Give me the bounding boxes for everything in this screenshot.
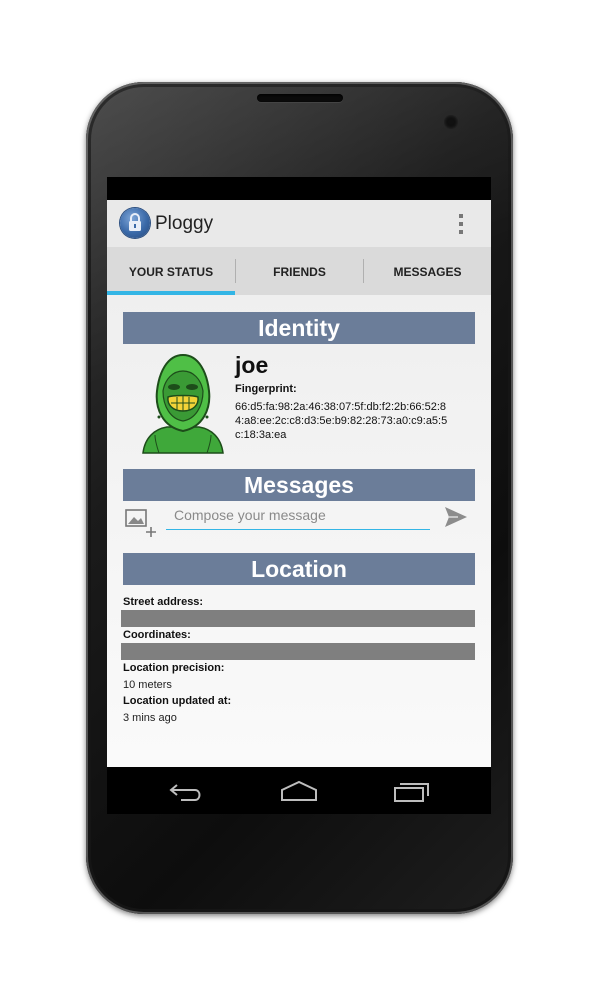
location-updated-value: 3 mins ago (123, 712, 177, 724)
fingerprint-value: 66:d5:fa:98:2a:46:38:07:5f:db:f2:2b:66:5… (235, 401, 448, 441)
messages-header: Messages (123, 469, 475, 501)
identity-header: Identity (123, 312, 475, 344)
coordinates-label: Coordinates: (123, 629, 191, 641)
add-image-icon[interactable] (125, 508, 157, 543)
identity-name: joe (235, 352, 269, 378)
tab-friends[interactable]: FRIENDS (236, 247, 363, 295)
status-bar (107, 177, 491, 200)
overflow-menu-icon[interactable] (456, 212, 466, 236)
avatar (141, 351, 225, 460)
location-precision-label: Location precision: (123, 662, 225, 674)
recents-icon[interactable] (392, 779, 432, 808)
phone-speaker (257, 94, 343, 102)
screen: Ploggy YOUR STATUS FRIENDS MESSAGES Iden… (107, 177, 491, 814)
action-bar: Ploggy (107, 200, 491, 247)
location-precision-value: 10 meters (123, 679, 172, 691)
compose-message-input[interactable] (166, 500, 430, 530)
send-icon[interactable] (444, 506, 468, 533)
lock-icon[interactable] (120, 208, 150, 238)
tab-messages[interactable]: MESSAGES (364, 247, 491, 295)
status-content: Identity joe Fingerprint: 66:d5:fa:98:2a… (107, 295, 491, 767)
app-title: Ploggy (155, 213, 214, 234)
street-address-value-redacted (121, 610, 475, 627)
location-updated-label: Location updated at: (123, 695, 232, 707)
tab-your-status[interactable]: YOUR STATUS (107, 247, 235, 295)
home-icon[interactable] (279, 779, 319, 808)
tab-bar: YOUR STATUS FRIENDS MESSAGES (107, 247, 491, 295)
fingerprint-label: Fingerprint: (235, 383, 297, 395)
coordinates-value-redacted (121, 643, 475, 660)
back-icon[interactable] (167, 779, 207, 808)
front-camera (444, 115, 458, 129)
navigation-bar (107, 767, 491, 814)
street-address-label: Street address: (123, 596, 204, 608)
location-header: Location (123, 553, 475, 585)
